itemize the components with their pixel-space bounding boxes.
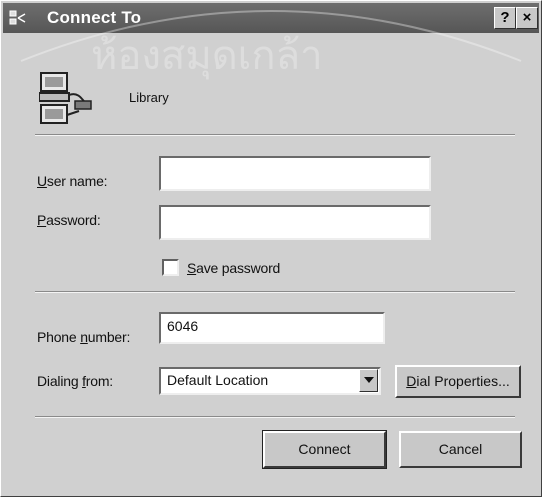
cancel-button[interactable]: Cancel [399, 431, 522, 468]
dialup-computer-icon [39, 72, 92, 124]
window-title: Connect To [47, 8, 142, 27]
connect-to-dialog: Connect To ? × ห้องสมุดเกล้า Library Use… [0, 0, 542, 497]
connect-button[interactable]: Connect [262, 430, 387, 469]
help-button[interactable]: ? [494, 7, 516, 29]
phone-number-label: Phone number: [37, 329, 131, 345]
dialup-app-icon [9, 10, 26, 25]
password-input[interactable] [159, 205, 431, 240]
phone-number-input[interactable]: 6046 [159, 312, 385, 344]
close-button[interactable]: × [516, 7, 538, 29]
dialing-from-dropdown-button[interactable] [359, 369, 378, 392]
watermark-text: ห้องสมุดเกล้า [91, 33, 323, 80]
save-password-checkbox[interactable] [162, 259, 179, 276]
separator-middle [35, 291, 515, 293]
password-label: Password: [37, 212, 101, 228]
chevron-down-icon [364, 377, 374, 383]
dialing-from-select[interactable]: Default Location [159, 367, 381, 395]
title-bar[interactable]: Connect To ? × [3, 3, 539, 33]
username-label: User name: [37, 173, 108, 189]
save-password-label[interactable]: Save password [187, 260, 280, 276]
separator-top [35, 134, 515, 136]
username-input[interactable] [159, 156, 431, 191]
separator-bottom [35, 416, 515, 418]
dialing-from-label: Dialing from: [37, 373, 113, 389]
connection-name: Library [129, 90, 169, 105]
close-icon: × [522, 9, 532, 26]
dial-properties-button[interactable]: Dial Properties... [395, 365, 521, 398]
help-icon: ? [500, 9, 510, 26]
